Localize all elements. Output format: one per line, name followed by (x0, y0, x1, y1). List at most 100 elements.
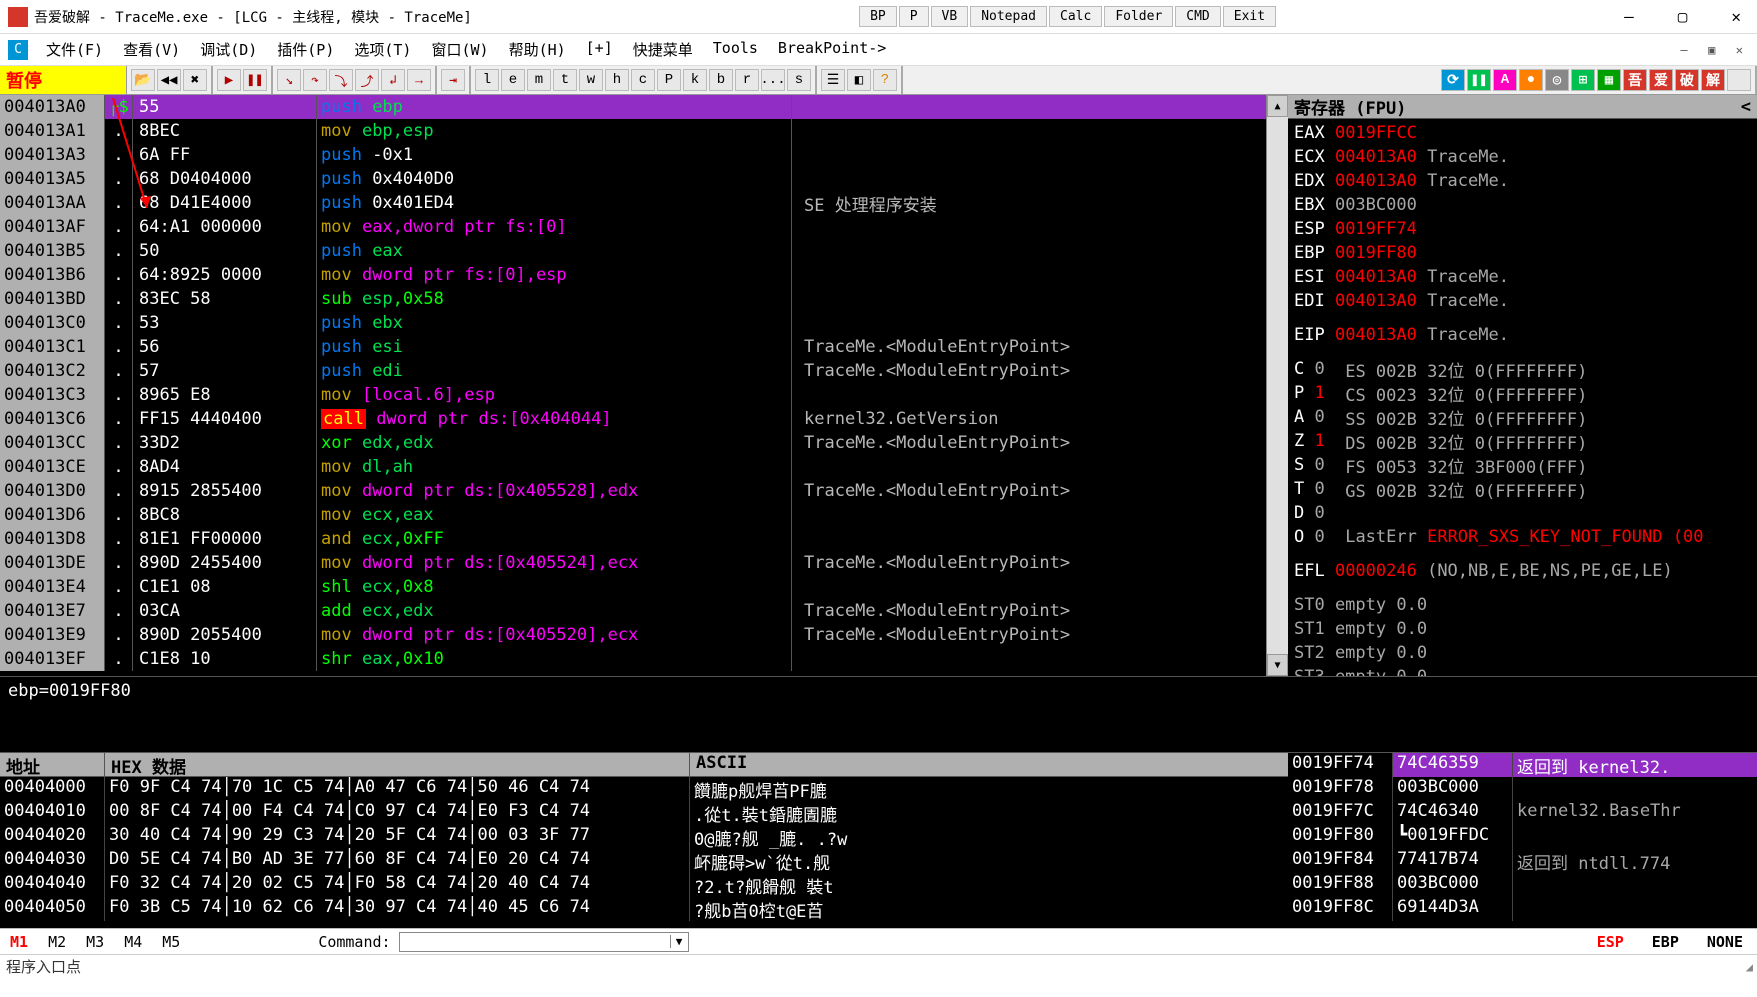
disasm-row[interactable]: 004013C1.56push esiTraceMe.<ModuleEntryP… (0, 335, 1266, 359)
toolbar-btn-b[interactable]: b (709, 69, 733, 91)
disasm-row[interactable]: 004013D0.8915 2855400mov dword ptr ds:[0… (0, 479, 1266, 503)
stack-row[interactable]: 0019FF78003BC000 (1288, 777, 1757, 801)
disasm-scrollbar[interactable]: ▲ ▼ (1266, 95, 1288, 676)
m-button-m3[interactable]: M3 (76, 933, 114, 951)
disasm-row[interactable]: 004013E7.03CAadd ecx,edxTraceMe.<ModuleE… (0, 599, 1266, 623)
goto-icon[interactable]: → (407, 69, 431, 91)
register-row[interactable]: ECX 004013A0 TraceMe. (1294, 145, 1751, 169)
minimize-button[interactable]: — (1616, 7, 1642, 26)
tag-icon[interactable]: ◧ (847, 69, 871, 91)
disasm-row[interactable]: 004013EF.C1E8 10shr eax,0x10 (0, 647, 1266, 671)
toolbar-btn-m[interactable]: m (527, 69, 551, 91)
open-file-icon[interactable]: 📂 (131, 69, 155, 91)
menu-item[interactable]: 窗口(W) (421, 39, 498, 60)
disasm-row[interactable]: 004013C0.53push ebx (0, 311, 1266, 335)
disasm-row[interactable]: 004013E9.890D 2055400mov dword ptr ds:[0… (0, 623, 1266, 647)
plugin-7-icon[interactable]: ▦ (1597, 69, 1621, 91)
disasm-row[interactable]: 004013D6.8BC8mov ecx,eax (0, 503, 1266, 527)
step-into-icon[interactable]: ↘ (277, 69, 301, 91)
disasm-row[interactable]: 004013C2.57push ediTraceMe.<ModuleEntryP… (0, 359, 1266, 383)
disasm-row[interactable]: 004013B6.64:8925 0000mov dword ptr fs:[0… (0, 263, 1266, 287)
plugin-4-icon[interactable]: ● (1519, 69, 1543, 91)
plugin-3-icon[interactable]: A (1493, 69, 1517, 91)
dump-row[interactable]: 00404000F0 9F C4 74│70 1C C5 74│A0 47 C6… (0, 777, 1288, 801)
command-dropdown-icon[interactable]: ▼ (670, 935, 688, 948)
dump-row[interactable]: 00404030D0 5E C4 74│B0 AD 3E 77│60 8F C4… (0, 849, 1288, 873)
plugin-1-icon[interactable]: ⟳ (1441, 69, 1465, 91)
toolbar-btn-P[interactable]: P (657, 69, 681, 91)
toolbar-btn-h[interactable]: h (605, 69, 629, 91)
disasm-row[interactable]: 004013B5.50push eax (0, 239, 1266, 263)
resize-grip-icon[interactable]: ◢ (1746, 960, 1753, 974)
close-button[interactable]: ✕ (1723, 7, 1749, 26)
stack-row[interactable]: 0019FF88003BC000 (1288, 873, 1757, 897)
command-input[interactable]: ▼ (399, 932, 689, 952)
cpu-icon[interactable]: C (8, 40, 28, 60)
hex-dump-pane[interactable]: 地址 HEX 数据 ASCII 00404000F0 9F C4 74│70 1… (0, 753, 1288, 928)
register-row[interactable]: EDX 004013A0 TraceMe. (1294, 169, 1751, 193)
trace-over-icon[interactable]: ⤴ (355, 69, 379, 91)
menu-item[interactable]: [+] (576, 39, 623, 60)
plugin-12-icon[interactable] (1727, 69, 1751, 91)
register-row[interactable]: ESI 004013A0 TraceMe. (1294, 265, 1751, 289)
disasm-row[interactable]: 004013E4.C1E1 08shl ecx,0x8 (0, 575, 1266, 599)
dump-row[interactable]: 0040402030 40 C4 74│90 29 C3 74│20 5F C4… (0, 825, 1288, 849)
disasm-row[interactable]: 004013CC.33D2xor edx,edxTraceMe.<ModuleE… (0, 431, 1266, 455)
register-row[interactable]: EAX 0019FFCC (1294, 121, 1751, 145)
menu-item[interactable]: Tools (703, 39, 768, 60)
toolbar-btn-k[interactable]: k (683, 69, 707, 91)
toolbar-btn-t[interactable]: t (553, 69, 577, 91)
stack-row[interactable]: 0019FF7C74C46340kernel32.BaseThr (1288, 801, 1757, 825)
list-icon[interactable]: ☰ (821, 69, 845, 91)
stack-pane[interactable]: 0019FF7474C46359返回到 kernel32.0019FF78003… (1288, 753, 1757, 928)
register-row[interactable]: EBX 003BC000 (1294, 193, 1751, 217)
disasm-row[interactable]: 004013C3.8965 E8mov [local.6],esp (0, 383, 1266, 407)
toolbar-btn-r[interactable]: r (735, 69, 759, 91)
r-button-esp[interactable]: ESP (1583, 933, 1638, 951)
dump-row[interactable]: 00404050F0 3B C5 74│10 62 C6 74│30 97 C4… (0, 897, 1288, 921)
menu-item[interactable]: 查看(V) (113, 39, 190, 60)
disasm-row[interactable]: 004013D8.81E1 FF00000and ecx,0xFF (0, 527, 1266, 551)
disassembly-pane[interactable]: 004013A0┌$55push ebp004013A1.8BECmov ebp… (0, 95, 1266, 676)
menu-item[interactable]: 调试(D) (190, 39, 267, 60)
stack-row[interactable]: 0019FF7474C46359返回到 kernel32. (1288, 753, 1757, 777)
disasm-row[interactable]: 004013BD.83EC 58sub esp,0x58 (0, 287, 1266, 311)
close-file-icon[interactable]: ✖ (183, 69, 207, 91)
disasm-row[interactable]: 004013CE.8AD4mov dl,ah (0, 455, 1266, 479)
dump-row[interactable]: 0040401000 8F C4 74│00 F4 C4 74│C0 97 C4… (0, 801, 1288, 825)
plugin-9-icon[interactable]: 爱 (1649, 69, 1673, 91)
register-row[interactable]: EBP 0019FF80 (1294, 241, 1751, 265)
menu-item[interactable]: 帮助(H) (499, 39, 576, 60)
r-button-none[interactable]: NONE (1693, 933, 1757, 951)
register-row[interactable]: ESP 0019FF74 (1294, 217, 1751, 241)
plugin-5-icon[interactable]: ◎ (1545, 69, 1569, 91)
maximize-button[interactable]: ▢ (1670, 7, 1696, 26)
dump-row[interactable]: 00404040F0 32 C4 74│20 02 C5 74│F0 58 C4… (0, 873, 1288, 897)
registers-collapse-icon[interactable]: < (1741, 97, 1751, 117)
header-btn-p[interactable]: P (899, 6, 929, 27)
plugin-8-icon[interactable]: 吾 (1623, 69, 1647, 91)
stack-row[interactable]: 0019FF8C69144D3A (1288, 897, 1757, 921)
into-icon[interactable]: ⇥ (441, 69, 465, 91)
step-over-icon[interactable]: ↷ (303, 69, 327, 91)
registers-pane[interactable]: 寄存器 (FPU) < EAX 0019FFCCECX 004013A0 Tra… (1288, 95, 1757, 676)
disasm-row[interactable]: 004013A3.6A FFpush -0x1 (0, 143, 1266, 167)
toolbar-btn-l[interactable]: l (475, 69, 499, 91)
header-btn-calc[interactable]: Calc (1049, 6, 1102, 27)
menu-item[interactable]: 选项(T) (344, 39, 421, 60)
menu-item[interactable]: BreakPoint-> (768, 39, 896, 60)
disasm-row[interactable]: 004013DE.890D 2455400mov dword ptr ds:[0… (0, 551, 1266, 575)
execute-till-return-icon[interactable]: ↲ (381, 69, 405, 91)
mdi-restore-icon[interactable]: ▣ (1702, 43, 1721, 57)
r-button-ebp[interactable]: EBP (1638, 933, 1693, 951)
disasm-row[interactable]: 004013AA.68 D41E4000push 0x401ED4SE 处理程序… (0, 191, 1266, 215)
toolbar-btn-s[interactable]: s (787, 69, 811, 91)
disasm-row[interactable]: 004013A0┌$55push ebp (0, 95, 1266, 119)
toolbar-btn-e[interactable]: e (501, 69, 525, 91)
m-button-m1[interactable]: M1 (0, 933, 38, 951)
trace-into-icon[interactable]: ⤵ (329, 69, 353, 91)
disasm-row[interactable]: 004013A5.68 D0404000push 0x4040D0 (0, 167, 1266, 191)
menu-item[interactable]: 文件(F) (36, 39, 113, 60)
rewind-icon[interactable]: ◀◀ (157, 69, 181, 91)
header-btn-folder[interactable]: Folder (1104, 6, 1173, 27)
